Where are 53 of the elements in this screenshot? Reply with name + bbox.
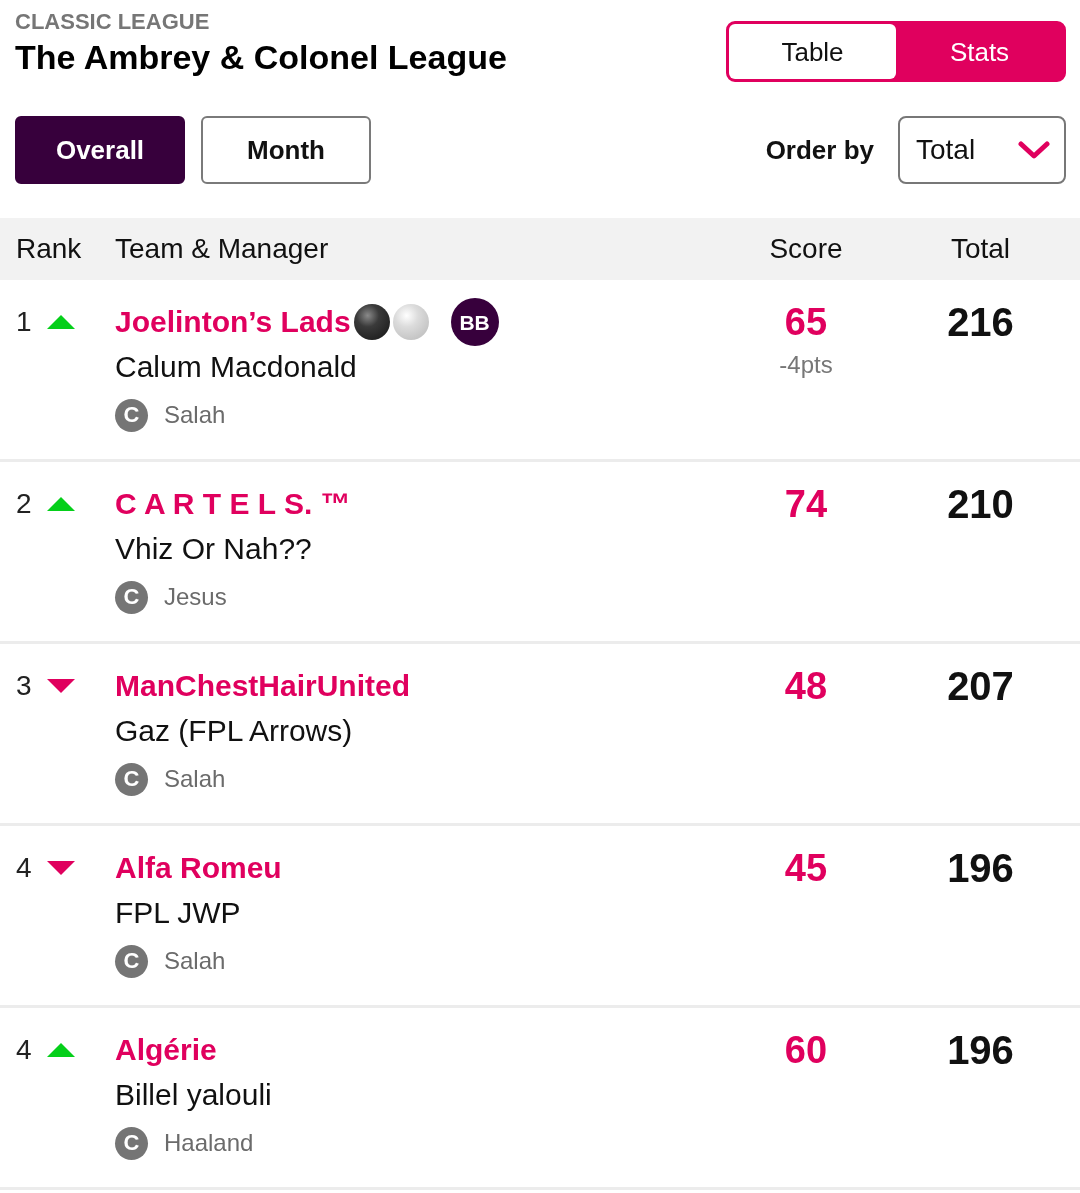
period-tab[interactable]: Overall	[15, 116, 185, 184]
captain-badge: C	[115, 580, 148, 614]
score-value: 65	[784, 302, 828, 342]
column-header: Rank	[15, 235, 82, 263]
league-title: The Ambrey & Colonel League	[15, 37, 507, 78]
captain-name: Salah	[164, 949, 226, 973]
total-points: 210	[947, 484, 1014, 524]
manager-name: FPL JWP	[115, 895, 241, 931]
rank-number: 3	[16, 672, 33, 700]
captain-badge: C	[115, 944, 148, 978]
ball-icon	[353, 304, 390, 340]
rank-number: 2	[16, 490, 33, 518]
score-value: 45	[784, 848, 828, 888]
team-name[interactable]: Algérie	[115, 1035, 217, 1065]
captain-name: Salah	[164, 767, 226, 791]
team-name[interactable]: C A R T E L S. ™	[115, 489, 351, 519]
captain-name: Salah	[164, 403, 226, 427]
league-type-label: CLASSIC LEAGUE	[15, 9, 210, 35]
team-name[interactable]: ManChestHairUnited	[115, 671, 411, 701]
rank-number: 1	[16, 308, 33, 336]
captain-badge: C	[115, 398, 148, 432]
order-dropdown[interactable]: Total	[898, 116, 1066, 184]
view-tab[interactable]: Stats	[896, 24, 1063, 79]
captain-badge: C	[115, 762, 148, 796]
order-by-label: Order by	[765, 137, 874, 163]
points-deduction: -4pts	[779, 350, 833, 380]
ball-icon	[392, 304, 429, 340]
captain-name: Haaland	[164, 1131, 254, 1155]
rank-number: 4	[16, 854, 33, 882]
column-header: Total	[950, 235, 1011, 263]
view-tab[interactable]: Table	[729, 24, 896, 79]
captain-badge: C	[115, 1126, 148, 1160]
total-points: 196	[947, 1030, 1014, 1070]
column-header: Score	[769, 235, 843, 263]
total-points: 216	[947, 302, 1014, 342]
manager-name: Calum Macdonald	[115, 349, 357, 385]
column-header: Team & Manager	[115, 235, 329, 263]
total-points: 196	[947, 848, 1014, 888]
rank-number: 4	[16, 1036, 33, 1064]
captain-name: Jesus	[164, 585, 227, 609]
manager-name: Vhiz Or Nah??	[115, 531, 312, 567]
chip-badge: BB	[450, 298, 499, 346]
team-name[interactable]: Joelinton’s Lads	[115, 307, 351, 337]
score-value: 48	[784, 666, 828, 706]
score-value: 74	[784, 484, 828, 524]
period-tab[interactable]: Month	[201, 116, 371, 184]
chevron-down-icon	[1018, 140, 1050, 160]
total-points: 207	[947, 666, 1014, 706]
manager-name: Billel yalouli	[115, 1077, 272, 1113]
manager-name: Gaz (FPL Arrows)	[115, 713, 353, 749]
score-value: 60	[784, 1030, 828, 1070]
team-name[interactable]: Alfa Romeu	[115, 853, 282, 883]
dropdown-value: Total	[916, 136, 976, 164]
